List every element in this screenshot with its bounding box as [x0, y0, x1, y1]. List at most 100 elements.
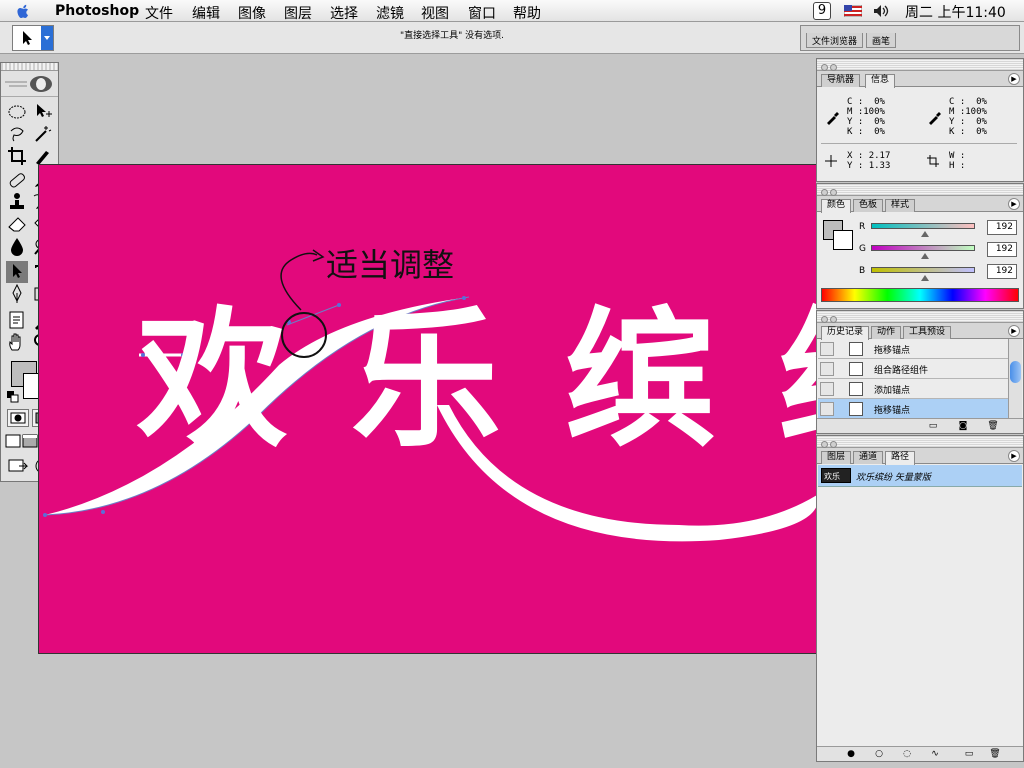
history-source-checkbox[interactable] [820, 362, 834, 376]
photoshop-eye-logo-icon[interactable] [1, 71, 58, 97]
direct-selection-tool-icon[interactable] [6, 261, 28, 283]
tab-info[interactable]: 信息 [865, 74, 896, 88]
menubar-clock[interactable]: 周二 上午11:40 [905, 2, 1006, 22]
history-scrollbar[interactable] [1008, 339, 1022, 419]
red-slider-handle[interactable] [921, 231, 929, 237]
palette-menu-arrow-icon[interactable]: ▶ [1008, 73, 1020, 85]
history-scroll-thumb[interactable] [1010, 361, 1021, 383]
volume-icon[interactable] [873, 4, 889, 18]
minimize-dot-icon[interactable] [830, 441, 837, 448]
app-menu[interactable]: Photoshop [55, 3, 139, 19]
tab-actions[interactable]: 动作 [871, 326, 902, 339]
tab-styles[interactable]: 样式 [885, 199, 916, 212]
default-colors-icon[interactable] [7, 389, 19, 403]
menu-image[interactable]: 图像 [238, 3, 266, 23]
tab-paths[interactable]: 路径 [885, 451, 916, 465]
new-path-icon[interactable]: ▭ [963, 749, 975, 759]
tab-history[interactable]: 历史记录 [821, 326, 870, 340]
healing-brush-tool-icon[interactable] [6, 169, 28, 191]
menu-window[interactable]: 窗口 [468, 3, 496, 23]
paths-palette-titlebar[interactable] [817, 436, 1023, 448]
jump-to-imageready-icon[interactable] [7, 457, 29, 475]
history-item[interactable]: 组合路径组件 [818, 359, 1008, 379]
apple-menu-icon[interactable] [14, 2, 32, 20]
menu-filter[interactable]: 滤镜 [376, 3, 404, 23]
clone-stamp-tool-icon[interactable] [6, 191, 28, 213]
minimize-dot-icon[interactable] [830, 189, 837, 196]
tab-navigator[interactable]: 导航器 [821, 74, 861, 87]
notes-tool-icon[interactable] [6, 309, 28, 331]
minimize-dot-icon[interactable] [830, 64, 837, 71]
close-dot-icon[interactable] [821, 189, 828, 196]
preset-dropdown-arrow[interactable] [41, 26, 53, 50]
us-flag-icon[interactable] [844, 5, 862, 17]
menu-select[interactable]: 选择 [330, 3, 358, 23]
palette-menu-arrow-icon[interactable]: ▶ [1008, 325, 1020, 337]
history-item[interactable]: 添加锚点 [818, 379, 1008, 399]
green-slider-handle[interactable] [921, 253, 929, 259]
tab-swatches[interactable]: 色板 [853, 199, 884, 212]
close-dot-icon[interactable] [821, 64, 828, 71]
standard-screen-mode-icon[interactable] [5, 433, 21, 449]
menu-layer[interactable]: 图层 [284, 3, 312, 23]
palette-menu-arrow-icon[interactable]: ▶ [1008, 198, 1020, 210]
move-tool-icon[interactable] [31, 101, 53, 123]
eyedropper-readout-icon[interactable] [825, 111, 839, 125]
slider-red[interactable]: R 192 [825, 220, 1017, 240]
stroke-path-icon[interactable]: ○ [873, 749, 885, 759]
history-source-checkbox[interactable] [820, 402, 834, 416]
history-item[interactable]: 拖移锚点 [818, 339, 1008, 359]
pen-tool-icon[interactable] [6, 283, 28, 305]
script-menu-icon[interactable]: 9 [813, 2, 831, 20]
slider-green[interactable]: G 192 [825, 242, 1017, 262]
magic-wand-tool-icon[interactable] [31, 123, 53, 145]
green-value-field[interactable]: 192 [987, 242, 1017, 257]
history-state-icon [849, 342, 863, 356]
color-ramp[interactable] [821, 288, 1019, 302]
fill-path-icon[interactable]: ● [845, 749, 857, 759]
path-item-selected[interactable]: 欢乐 欢乐缤纷 矢量蒙版 [818, 465, 1022, 487]
make-work-path-icon[interactable]: ∿ [929, 749, 941, 759]
menu-file[interactable]: 文件 [145, 3, 173, 23]
eyedropper-readout-2-icon[interactable] [927, 111, 941, 125]
tab-layers[interactable]: 图层 [821, 451, 852, 464]
blue-value-field[interactable]: 192 [987, 264, 1017, 279]
menu-edit[interactable]: 编辑 [192, 3, 220, 23]
menu-help[interactable]: 帮助 [513, 3, 541, 23]
red-value-field[interactable]: 192 [987, 220, 1017, 235]
slider-blue[interactable]: B 192 [825, 264, 1017, 284]
tool-preset-picker[interactable] [12, 25, 54, 51]
history-item-selected[interactable]: 拖移锚点 [818, 399, 1008, 419]
history-source-checkbox[interactable] [820, 342, 834, 356]
history-source-checkbox[interactable] [820, 382, 834, 396]
tab-channels[interactable]: 通道 [853, 451, 884, 464]
info-palette-titlebar[interactable] [817, 59, 1023, 71]
well-tab-file-browser[interactable]: 文件浏览器 [806, 33, 864, 48]
full-screen-menubar-mode-icon[interactable] [22, 433, 38, 449]
delete-state-trash-icon[interactable]: 🗑 [987, 421, 999, 431]
marquee-tool-icon[interactable] [6, 101, 28, 123]
crop-tool-icon[interactable] [6, 145, 28, 167]
close-dot-icon[interactable] [821, 316, 828, 323]
blur-tool-icon[interactable] [6, 235, 28, 257]
standard-mode-icon[interactable] [7, 409, 29, 427]
tools-titlebar[interactable] [1, 63, 58, 71]
menu-view[interactable]: 视图 [421, 3, 449, 23]
tab-tool-presets[interactable]: 工具预设 [903, 326, 952, 339]
eraser-tool-icon[interactable] [6, 213, 28, 235]
history-palette-titlebar[interactable] [817, 311, 1023, 323]
lasso-tool-icon[interactable] [6, 123, 28, 145]
new-snapshot-icon[interactable]: ◙ [957, 421, 969, 431]
new-document-from-state-icon[interactable]: ▭ [927, 421, 939, 431]
well-tab-brushes[interactable]: 画笔 [866, 33, 897, 48]
load-path-as-selection-icon[interactable]: ◌ [901, 749, 913, 759]
tab-color[interactable]: 颜色 [821, 199, 852, 213]
color-palette-titlebar[interactable] [817, 184, 1023, 196]
hand-tool-icon[interactable] [6, 331, 28, 353]
delete-path-trash-icon[interactable]: 🗑 [989, 749, 1001, 759]
close-dot-icon[interactable] [821, 441, 828, 448]
blue-slider-handle[interactable] [921, 275, 929, 281]
document-canvas[interactable]: 欢乐缤纷 [38, 164, 816, 654]
minimize-dot-icon[interactable] [830, 316, 837, 323]
palette-menu-arrow-icon[interactable]: ▶ [1008, 450, 1020, 462]
